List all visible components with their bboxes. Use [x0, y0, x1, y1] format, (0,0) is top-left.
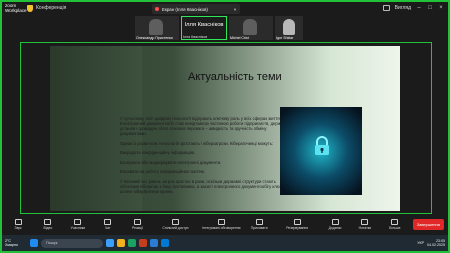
- word-icon[interactable]: [150, 239, 158, 247]
- notes-label: Нотатки: [358, 225, 372, 230]
- puzzle-icon: [331, 218, 339, 225]
- app-logo: zoom Workplace: [5, 3, 27, 14]
- bullet-text: Однак із розвитком технологій зростають …: [120, 140, 274, 146]
- maximize-icon[interactable]: □: [427, 5, 433, 11]
- share-label: Екран (Ілля Квасніков): [162, 6, 208, 12]
- conference-title: Конференція: [36, 5, 67, 11]
- bullet-text: Викрадати конфіденційну інформацію.: [120, 150, 196, 156]
- close-icon[interactable]: ×: [438, 5, 444, 11]
- participant-tile-active-speaker[interactable]: Ілля Квасніков Ілля Квасніков: [181, 16, 227, 40]
- view-icon[interactable]: [382, 5, 390, 11]
- reactions-label: Реакції: [132, 225, 144, 230]
- shield-icon[interactable]: [27, 5, 33, 12]
- participant-name: Олександр Пристенко: [136, 36, 173, 40]
- date: 04.02.2025: [427, 243, 445, 247]
- more-icon: [391, 218, 399, 225]
- windows-start-icon[interactable]: [30, 239, 38, 247]
- top-bar: zoom Workplace Конференція Екран (Ілля К…: [2, 2, 448, 17]
- slide-title: Актуальність теми: [188, 71, 282, 83]
- presentation-slide: Актуальність теми У сучасному світі цифр…: [50, 46, 400, 211]
- powerpoint-icon[interactable]: [139, 239, 147, 247]
- reactions-button[interactable]: Реакції: [126, 218, 150, 230]
- share-button[interactable]: Спільний доступ: [155, 218, 195, 230]
- camera-icon: [44, 218, 52, 225]
- breakout-label: Резервування: [286, 225, 309, 230]
- chat-icon: [104, 218, 112, 225]
- end-meeting-button[interactable]: Завершення: [412, 218, 444, 230]
- meeting-toolbar: Звук Відео Учасники Чат Реакції Спільний…: [2, 215, 448, 233]
- cybersecurity-image: [280, 107, 362, 195]
- video-label: Відео: [43, 225, 53, 230]
- apps-label: Додатки: [328, 225, 342, 230]
- bullet-text: У сучасному світі цифрові технології від…: [120, 116, 292, 136]
- zoom-window: zoom Workplace Конференція Екран (Ілля К…: [0, 0, 450, 253]
- system-tray: УКР 23:05 04.02.2025: [417, 239, 445, 247]
- participant-strip: Олександр Пристенко Ілля Квасніков Ілля …: [135, 16, 303, 40]
- zoom-app-icon[interactable]: [106, 239, 114, 247]
- language-indicator[interactable]: УКР: [417, 241, 424, 245]
- participant-video: [149, 19, 163, 35]
- apps-icon: [217, 218, 225, 225]
- hide-icon: [255, 218, 263, 225]
- participants-button[interactable]: Учасники: [66, 218, 90, 230]
- people-icon: [74, 218, 82, 225]
- edge-icon[interactable]: [161, 239, 169, 247]
- minimize-icon[interactable]: –: [416, 5, 422, 11]
- share-icon: [171, 218, 179, 225]
- notes-button[interactable]: Нотатки: [353, 218, 377, 230]
- top-right-controls: Вигляд – □ ×: [382, 5, 444, 11]
- chat-button[interactable]: Чат: [96, 218, 120, 230]
- bullet-text: У воєнний час рівень загроз зростає в ра…: [120, 178, 292, 194]
- bullet-text: Блокувати або модифікувати електронні до…: [120, 159, 222, 165]
- hide-label: Приховати: [250, 225, 268, 230]
- share-label: Спільний доступ: [162, 225, 189, 230]
- recording-dot-icon: [155, 7, 159, 11]
- heart-icon: [134, 218, 142, 225]
- weather-widget[interactable]: 2°C Хмарно: [5, 239, 27, 247]
- participant-name: Igor Shklar: [276, 36, 294, 40]
- breakout-button[interactable]: Резервування: [277, 218, 317, 230]
- taskbar-search[interactable]: Пошук: [41, 238, 103, 248]
- participant-video: [243, 19, 257, 35]
- view-button[interactable]: Вигляд: [395, 5, 411, 11]
- participant-tile[interactable]: Олександр Пристенко: [135, 16, 179, 40]
- grid-icon: [293, 218, 301, 225]
- participant-name: Ілля Квасніков: [183, 35, 208, 39]
- more-button[interactable]: Більше: [383, 218, 407, 230]
- participants-label: Учасники: [70, 225, 86, 230]
- more-label: Більше: [389, 225, 401, 230]
- chrome-icon[interactable]: [128, 239, 136, 247]
- participant-name: Michel Crist: [230, 36, 249, 40]
- hide-button[interactable]: Приховати: [247, 218, 271, 230]
- participant-avatar: [283, 19, 295, 35]
- integrations-label: Інтегровані обговорення: [202, 225, 241, 230]
- screen-share-indicator[interactable]: Екран (Ілля Квасніков) ▼: [152, 4, 240, 14]
- audio-label: Звук: [14, 225, 22, 230]
- chat-label: Чат: [104, 225, 111, 230]
- clock[interactable]: 23:05 04.02.2025: [427, 239, 445, 247]
- file-explorer-icon[interactable]: [117, 239, 125, 247]
- chevron-down-icon: ▼: [233, 6, 237, 12]
- apps-button[interactable]: Додатки: [323, 218, 347, 230]
- audio-button[interactable]: Звук: [6, 218, 30, 230]
- participant-tile[interactable]: Igor Shklar: [275, 16, 303, 40]
- video-button[interactable]: Відео: [36, 218, 60, 230]
- weather-text: Хмарно: [5, 243, 18, 247]
- microphone-icon: [14, 218, 22, 225]
- app-logo-line2: Workplace: [5, 8, 27, 14]
- lock-icon: [315, 136, 329, 155]
- participant-tile[interactable]: Michel Crist: [229, 16, 273, 40]
- slide-bullets: У сучасному світі цифрові технології від…: [120, 116, 292, 199]
- participant-big-name: Ілля Квасніков: [184, 22, 224, 28]
- note-icon: [361, 218, 369, 225]
- windows-taskbar: 2°C Хмарно Пошук УКР 23:05 04.02.2025: [2, 235, 448, 251]
- bullet-text: Впливати на роботу інформаційних систем.: [120, 169, 205, 175]
- integrations-button[interactable]: Інтегровані обговорення: [201, 218, 241, 230]
